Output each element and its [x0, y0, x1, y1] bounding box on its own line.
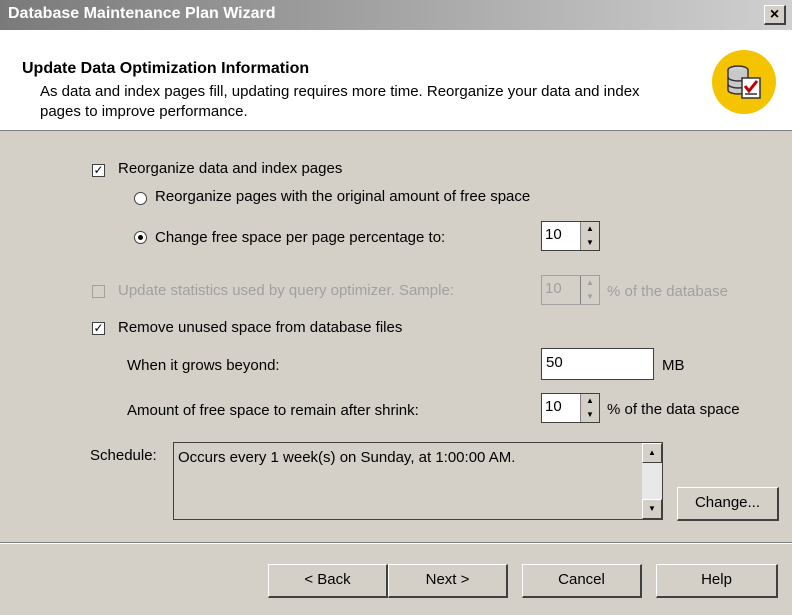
remove-unused-label: Remove unused space from database files	[118, 319, 403, 336]
radio-selected-dot	[138, 235, 143, 240]
footer-separator	[0, 542, 792, 544]
schedule-text: Occurs every 1 week(s) on Sunday, at 1:0…	[178, 449, 516, 466]
scroll-down-icon[interactable]: ▼	[642, 499, 662, 519]
reorganize-label: Reorganize data and index pages	[118, 160, 343, 177]
sample-stepper-value: 10	[545, 280, 562, 297]
update-statistics-checkbox[interactable]	[92, 285, 105, 298]
sample-down-icon[interactable]: ▼	[581, 290, 599, 304]
free-after-shrink-stepper[interactable]: 10 ▲ ▼	[541, 393, 600, 423]
back-button[interactable]: < Back	[268, 564, 388, 598]
next-button[interactable]: Next >	[388, 564, 508, 598]
check-icon: ✓	[93, 163, 104, 177]
sample-suffix: % of the database	[607, 283, 728, 300]
mb-unit: MB	[662, 357, 685, 374]
database-checklist-icon	[712, 50, 776, 114]
title-bar: Database Maintenance Plan Wizard ×	[0, 0, 792, 30]
stepper-value: 10	[545, 226, 562, 243]
reorganize-checkbox[interactable]: ✓	[92, 164, 105, 177]
remove-unused-checkbox[interactable]: ✓	[92, 322, 105, 335]
schedule-text-box[interactable]: Occurs every 1 week(s) on Sunday, at 1:0…	[173, 442, 663, 520]
sample-up-icon[interactable]: ▲	[581, 276, 599, 290]
change-schedule-button[interactable]: Change...	[677, 487, 779, 521]
radio-original-free-space[interactable]	[134, 192, 147, 205]
cancel-button[interactable]: Cancel	[522, 564, 642, 598]
free-space-percent-stepper[interactable]: 10 ▲ ▼	[541, 221, 600, 251]
radio-change-label: Change free space per page percentage to…	[155, 229, 446, 246]
shrink-stepper-value: 10	[545, 398, 562, 415]
stepper-up-icon[interactable]: ▲	[581, 222, 599, 236]
radio-original-label: Reorganize pages with the original amoun…	[155, 188, 531, 205]
shrink-down-icon[interactable]: ▼	[581, 408, 599, 422]
radio-change-free-space[interactable]	[134, 231, 147, 244]
page-title: Update Data Optimization Information	[22, 60, 310, 77]
grows-beyond-value: 50	[546, 354, 563, 371]
schedule-scrollbar[interactable]: ▲ ▼	[642, 443, 662, 519]
page-description: As data and index pages fill, updating r…	[40, 83, 640, 120]
help-button[interactable]: Help	[656, 564, 778, 598]
close-icon: ×	[769, 6, 780, 23]
check-icon: ✓	[93, 321, 104, 335]
close-button[interactable]: ×	[764, 5, 786, 25]
wizard-header: Update Data Optimization Information As …	[0, 30, 792, 131]
scroll-up-icon[interactable]: ▲	[642, 443, 662, 463]
sample-percent-stepper[interactable]: 10 ▲ ▼	[541, 275, 600, 305]
schedule-label: Schedule:	[90, 447, 157, 464]
free-after-shrink-label: Amount of free space to remain after shr…	[127, 402, 419, 419]
window-title: Database Maintenance Plan Wizard	[8, 5, 276, 22]
stepper-down-icon[interactable]: ▼	[581, 236, 599, 250]
data-space-suffix: % of the data space	[607, 401, 740, 418]
grows-beyond-input[interactable]: 50	[541, 348, 654, 380]
grows-beyond-label: When it grows beyond:	[127, 357, 280, 374]
update-statistics-label: Update statistics used by query optimize…	[118, 282, 454, 299]
shrink-up-icon[interactable]: ▲	[581, 394, 599, 408]
